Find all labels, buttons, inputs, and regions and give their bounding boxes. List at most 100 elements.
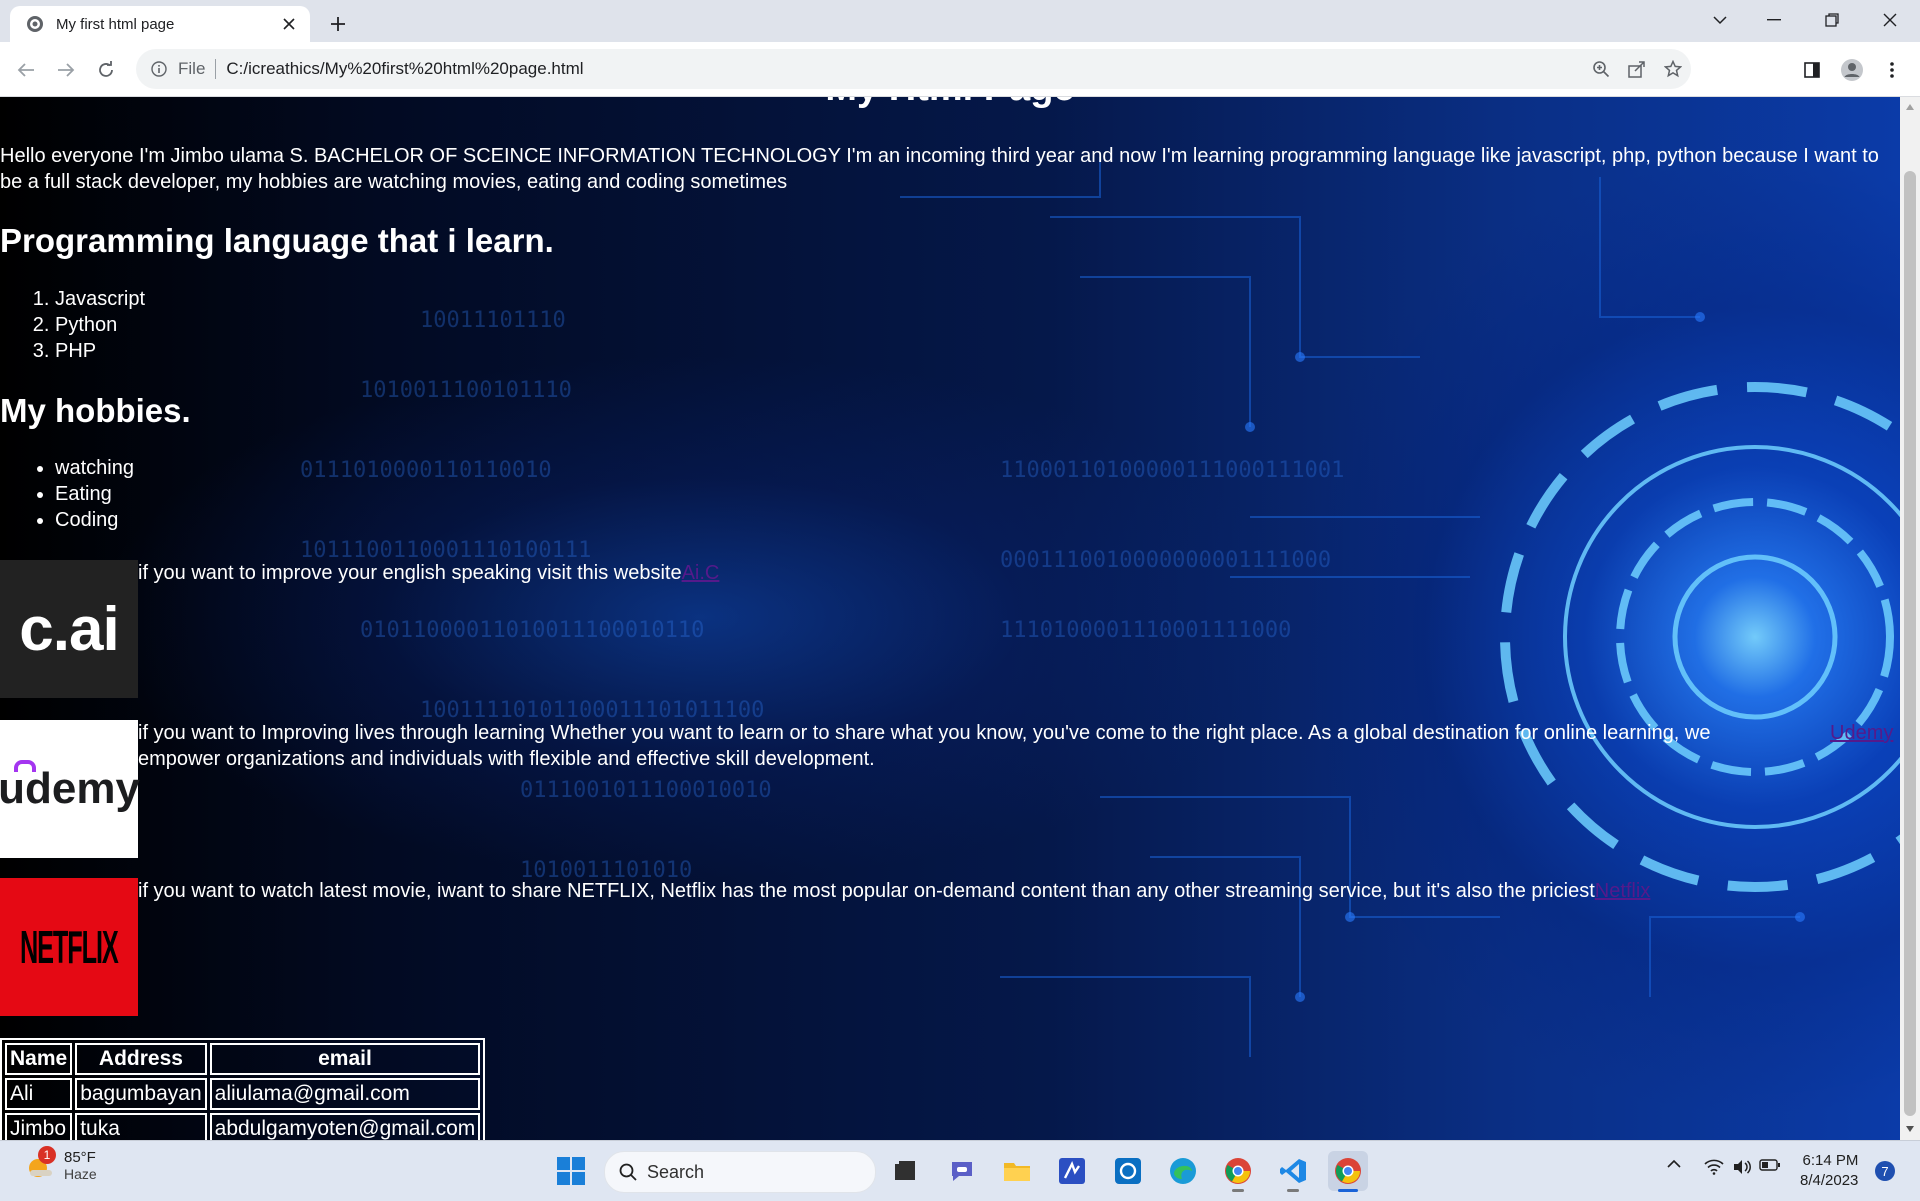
wifi-icon[interactable]	[1702, 1159, 1726, 1175]
weather-temperature: 85°F	[64, 1149, 96, 1166]
browser-toolbar: File C:/icreathics/My%20first%20html%20p…	[0, 42, 1920, 97]
task-view-icon[interactable]	[885, 1151, 925, 1191]
hobbies-list: watching Eating Coding	[0, 455, 134, 533]
list-item: PHP	[55, 338, 145, 364]
page-heading: My Html Page	[0, 97, 1900, 110]
close-tab-icon[interactable]	[278, 13, 300, 35]
svg-text:1110100001110001111000: 1110100001110001111000	[1000, 618, 1291, 643]
svg-text:0111001011100010010: 0111001011100010010	[520, 778, 772, 803]
list-item: Eating	[55, 481, 134, 507]
site-description: if you want to watch latest movie, iwant…	[138, 880, 1651, 902]
contacts-table: Name Address email Ali bagumbayan aliula…	[0, 1038, 486, 1140]
tab-title: My first html page	[56, 15, 175, 33]
svg-text:10011101110: 10011101110	[420, 308, 566, 333]
table-cell: aliulama@gmail.com	[209, 1078, 481, 1110]
zoom-icon[interactable]	[1583, 51, 1619, 87]
globe-icon	[27, 16, 43, 32]
weather-condition: Haze	[64, 1166, 97, 1182]
url-separator	[215, 59, 217, 79]
url-text[interactable]: C:/icreathics/My%20first%20html%20page.h…	[226, 59, 1583, 79]
tab-search-icon[interactable]	[1698, 6, 1742, 34]
udemy-logo: udemy	[0, 720, 140, 858]
windows-taskbar: 1 85°F Haze Search 6:14 PM 8/4/2023 7	[0, 1140, 1920, 1201]
taskbar-search-box[interactable]: Search	[604, 1151, 876, 1193]
table-cell: bagumbayan	[75, 1078, 207, 1110]
search-icon	[619, 1163, 637, 1181]
table-row: Ali bagumbayan aliulama@gmail.com	[5, 1078, 481, 1110]
volume-icon[interactable]	[1730, 1159, 1754, 1175]
teams-chat-icon[interactable]	[942, 1151, 982, 1191]
table-cell: Ali	[5, 1078, 73, 1110]
table-header: Address	[75, 1043, 207, 1075]
list-item: Coding	[55, 507, 134, 533]
menu-kebab-icon[interactable]	[1876, 54, 1908, 86]
languages-heading: Programming language that i learn.	[0, 222, 554, 259]
hobbies-heading: My hobbies.	[0, 392, 191, 429]
new-tab-button[interactable]	[324, 10, 352, 38]
svg-text:0001110010000000001111000: 0001110010000000001111000	[1000, 548, 1331, 573]
weather-sun-icon: 1	[24, 1145, 56, 1182]
close-window-button[interactable]	[1868, 6, 1912, 34]
show-hidden-icons-chevron[interactable]	[1664, 1159, 1684, 1169]
clock-time: 6:14 PM	[1802, 1152, 1859, 1169]
clock-date: 8/4/2023	[1800, 1172, 1859, 1189]
svg-text:01011000011010011100010110: 01011000011010011100010110	[360, 618, 704, 643]
bookmark-star-icon[interactable]	[1655, 51, 1691, 87]
weather-badge: 1	[38, 1145, 56, 1164]
chrome-icon[interactable]	[1218, 1151, 1258, 1192]
info-icon[interactable]	[150, 60, 168, 78]
chrome-active-icon[interactable]	[1328, 1151, 1368, 1192]
list-item: Python	[55, 312, 145, 338]
back-arrow-icon[interactable]	[10, 54, 42, 86]
svg-text:0111010000110110010: 0111010000110110010	[300, 458, 552, 483]
site-link-netflix[interactable]: Netflix	[1595, 880, 1651, 902]
table-header: Name	[5, 1043, 73, 1075]
edge-browser-icon[interactable]	[1163, 1151, 1203, 1191]
reload-icon[interactable]	[90, 54, 122, 86]
restore-button[interactable]	[1810, 6, 1854, 34]
table-header-row: Name Address email	[5, 1043, 481, 1075]
vscode-like-app-icon[interactable]	[1052, 1151, 1092, 1191]
site-link-udemy[interactable]: Udemy	[1830, 720, 1893, 746]
side-panel-icon[interactable]	[1796, 54, 1828, 86]
scroll-up-arrow-icon[interactable]	[1905, 103, 1915, 111]
udemy-mark-icon	[14, 760, 36, 772]
table-row: Jimbo tuka abdulgamyoten@gmail.com	[5, 1113, 481, 1140]
windows-start-icon[interactable]	[551, 1151, 591, 1191]
table-cell: Jimbo	[5, 1113, 73, 1140]
page-scrollbar[interactable]	[1900, 97, 1920, 1140]
weather-widget[interactable]: 1 85°F Haze	[24, 1145, 97, 1182]
file-explorer-icon[interactable]	[997, 1151, 1037, 1191]
svg-text:11000110100000111000111001: 11000110100000111000111001	[1000, 458, 1344, 483]
tab-strip: My first html page	[0, 0, 1920, 42]
scroll-down-arrow-icon[interactable]	[1905, 1125, 1915, 1133]
battery-icon[interactable]	[1758, 1159, 1782, 1171]
table-cell: tuka	[75, 1113, 207, 1140]
search-label: Search	[647, 1161, 705, 1182]
dell-support-icon[interactable]	[1108, 1151, 1148, 1191]
languages-list: Javascript Python PHP	[0, 286, 145, 364]
list-item: Javascript	[55, 286, 145, 312]
svg-text:1010011100101110: 1010011100101110	[360, 378, 572, 403]
browser-tab[interactable]: My first html page	[10, 6, 310, 42]
site-description: if you want to improve your english spea…	[138, 562, 720, 584]
site-description: if you want to Improving lives through l…	[138, 722, 1711, 770]
forward-arrow-icon[interactable]	[50, 54, 82, 86]
cai-logo: c.ai	[0, 560, 138, 698]
list-item: watching	[55, 455, 134, 481]
vscode-icon[interactable]	[1273, 1151, 1313, 1192]
system-clock[interactable]: 6:14 PM 8/4/2023	[1800, 1151, 1858, 1191]
profile-avatar-icon[interactable]	[1836, 54, 1868, 86]
site-link-cai[interactable]: Ai.C	[682, 562, 720, 584]
share-icon[interactable]	[1619, 51, 1655, 87]
notification-count-badge[interactable]: 7	[1875, 1161, 1895, 1181]
minimize-button[interactable]	[1752, 6, 1796, 34]
table-cell: abdulgamyoten@gmail.com	[209, 1113, 481, 1140]
intro-paragraph: Hello everyone I'm Jimbo ulama S. BACHEL…	[0, 145, 1879, 193]
address-bar[interactable]: File C:/icreathics/My%20first%20html%20p…	[136, 49, 1691, 89]
netflix-logo: NETFLIX	[0, 878, 138, 1016]
table-header: email	[209, 1043, 481, 1075]
scroll-thumb[interactable]	[1904, 171, 1916, 1116]
url-scheme-label: File	[178, 59, 206, 78]
page-viewport: 10011101110 1010011100101110 011101000011…	[0, 97, 1900, 1140]
